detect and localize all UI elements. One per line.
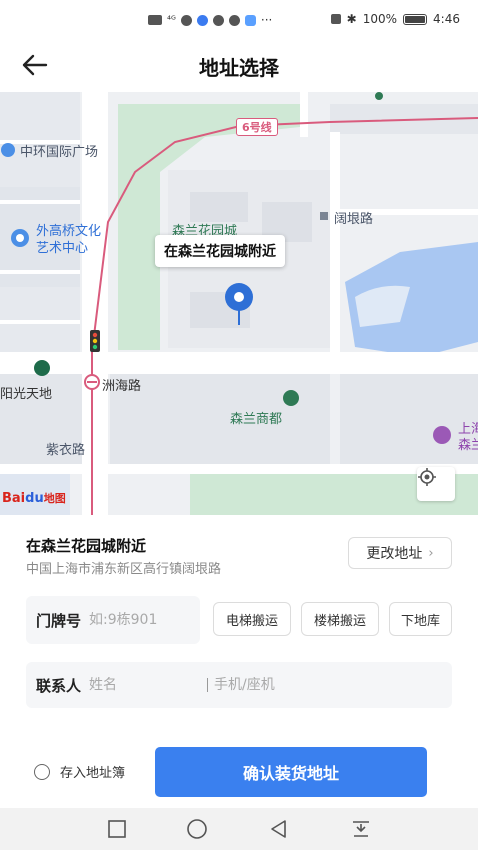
- chip-stairs[interactable]: 楼梯搬运: [301, 602, 379, 636]
- field-divider: [207, 678, 209, 692]
- app-notification-icon: [196, 14, 208, 26]
- door-number-field: 门牌号: [26, 596, 200, 644]
- bluetooth-icon: ✱: [346, 12, 357, 26]
- address-detail: 中国上海市浦东新区高行镇阔垠路: [26, 562, 222, 577]
- map-label-yangguang: 阳光天地: [0, 387, 53, 402]
- map-label-sen: 森兰: [458, 438, 478, 453]
- address-select-screen: ⁴ᴳ ··· ✱ 100% 4:46 地址选择 6号线 中环国际广场 外高桥文化…: [0, 0, 478, 850]
- map-label-senlan-shangdu: 森兰商都: [230, 412, 283, 427]
- metro-line-badge: 6号线: [236, 118, 278, 136]
- map-label-waigaoqiao-line2: 艺术中心: [36, 241, 89, 256]
- contact-field: 联系人: [26, 662, 452, 708]
- logo-text: Bai: [2, 491, 26, 506]
- back-nav-button[interactable]: [268, 818, 290, 840]
- change-address-button[interactable]: 更改地址 ›: [348, 537, 452, 569]
- status-icons-right: ✱ 100% 4:46: [330, 12, 460, 26]
- baidu-map-logo: Baidu地图: [2, 490, 66, 506]
- pull-down-icon: [353, 821, 369, 837]
- map-label-ziyi-road: 紫衣路: [46, 443, 86, 458]
- circle-icon: [187, 819, 207, 839]
- confirm-pickup-address-button[interactable]: 确认装货地址: [155, 747, 427, 797]
- save-to-address-book-toggle[interactable]: 存入地址簿: [34, 762, 125, 781]
- contact-name-input[interactable]: [89, 677, 200, 693]
- chevron-right-icon: ›: [428, 545, 434, 561]
- home-button[interactable]: [186, 818, 208, 840]
- map-label-zhonghuan: 中环国际广场: [20, 145, 99, 160]
- notification-shade-button[interactable]: [350, 818, 372, 840]
- address-title: 在森兰花园城附近: [26, 537, 147, 555]
- locate-icon: [418, 468, 436, 486]
- contact-phone-input[interactable]: [214, 677, 395, 693]
- message-icon: [212, 14, 224, 26]
- chip-basement[interactable]: 下地库: [389, 602, 452, 636]
- map-label-kuogen-road: 阔垠路: [334, 212, 374, 227]
- location-callout: 在森兰花园城附近: [155, 235, 285, 267]
- square-icon: [108, 820, 126, 838]
- app-notification-icon: [180, 14, 192, 26]
- clock: 4:46: [433, 12, 460, 26]
- app-notification-icon: [228, 14, 240, 26]
- my-location-button[interactable]: [417, 467, 455, 501]
- logo-sub: 地图: [43, 492, 66, 505]
- chip-elevator[interactable]: 电梯搬运: [213, 602, 291, 636]
- more-notifications-icon: ···: [260, 13, 273, 27]
- battery-icon: [403, 13, 428, 25]
- page-title: 地址选择: [199, 56, 279, 80]
- status-bar: ⁴ᴳ ··· ✱ 100% 4:46: [0, 0, 478, 40]
- location-pin-icon: [222, 282, 256, 326]
- map-view[interactable]: 6号线 中环国际广场 外高桥文化 艺术中心 森兰花园城 阔垠路 洲海路 阳光天地…: [0, 92, 478, 515]
- battery-percent: 100%: [362, 12, 398, 26]
- hd-icon: [148, 15, 162, 25]
- system-nav-bar: [0, 808, 478, 850]
- triangle-back-icon: [271, 820, 286, 838]
- nfc-icon: [330, 14, 341, 24]
- header: 地址选择: [0, 40, 478, 92]
- door-number-input[interactable]: [89, 612, 180, 628]
- status-icons-left: ⁴ᴳ ···: [148, 13, 272, 27]
- change-address-label: 更改地址: [366, 546, 423, 562]
- logo-paw: du: [25, 491, 44, 506]
- door-number-label: 门牌号: [36, 611, 82, 630]
- save-to-address-book-label: 存入地址簿: [60, 766, 126, 781]
- signal-icon: ⁴ᴳ: [167, 14, 176, 26]
- contact-label: 联系人: [36, 676, 82, 695]
- radio-icon: [34, 763, 50, 780]
- map-label-zhouhai-road: 洲海路: [102, 379, 142, 394]
- recents-button[interactable]: [106, 818, 128, 840]
- app-notification-icon: [244, 14, 256, 26]
